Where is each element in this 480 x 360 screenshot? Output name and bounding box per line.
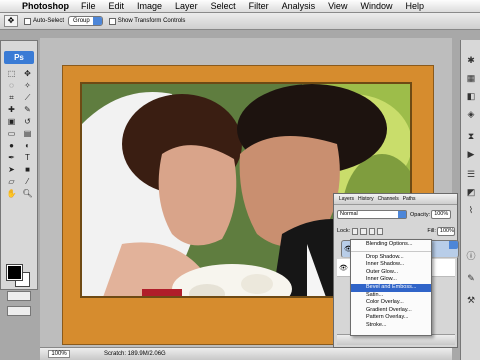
menu-filter[interactable]: Filter — [249, 1, 269, 11]
tab-layers[interactable]: Layers — [339, 196, 354, 202]
lock-pixels-icon[interactable] — [360, 227, 367, 235]
info-icon[interactable]: ⓘ — [464, 250, 478, 262]
history-brush-icon[interactable]: ↺ — [20, 116, 35, 127]
app-name-menu[interactable]: Photoshop — [22, 1, 69, 11]
ps-logo[interactable]: Ps — [4, 51, 34, 64]
menu-window[interactable]: Window — [360, 1, 392, 11]
menu-bar: Photoshop File Edit Image Layer Select F… — [0, 0, 480, 13]
menu-item-bevel-emboss[interactable]: Bevel and Emboss... — [351, 283, 431, 292]
blur-icon[interactable]: ● — [4, 140, 19, 151]
menu-item-satin[interactable]: Satin... — [351, 292, 431, 300]
menu-view[interactable]: View — [328, 1, 347, 11]
options-bar: ✥ Auto-Select Group Show Transform Contr… — [0, 13, 480, 30]
menu-item-gradient-overlay[interactable]: Gradient Overlay... — [351, 307, 431, 315]
foreground-color-swatch[interactable] — [6, 264, 23, 281]
pen-icon[interactable]: ✒ — [4, 152, 19, 163]
auto-select-checkbox[interactable] — [24, 17, 31, 25]
menu-item-inner-glow[interactable]: Inner Glow... — [351, 276, 431, 284]
shape-icon[interactable]: ■ — [20, 164, 35, 175]
slice-icon[interactable]: ⟋ — [20, 92, 35, 103]
menu-item-color-overlay[interactable]: Color Overlay... — [351, 299, 431, 307]
tab-history[interactable]: History — [358, 196, 374, 202]
fill-field[interactable]: 100% — [436, 226, 455, 236]
healing-icon[interactable]: ✚ — [4, 104, 19, 115]
menu-file[interactable]: File — [81, 1, 96, 11]
transform-controls-checkbox[interactable] — [108, 17, 116, 25]
tab-channels[interactable]: Channels — [378, 196, 399, 202]
zoom-field[interactable]: 100% — [48, 350, 70, 358]
lasso-icon[interactable]: ◌ — [4, 80, 19, 91]
layer-style-context-menu: Blending Options... Drop Shadow... Inner… — [350, 239, 432, 336]
navigator-icon[interactable]: ✱ — [464, 54, 478, 66]
swatches-icon[interactable]: ▦ — [464, 72, 478, 84]
dodge-icon[interactable]: ◐ — [20, 140, 35, 151]
menu-item-blending-options[interactable]: Blending Options... — [351, 241, 431, 249]
menu-select[interactable]: Select — [211, 1, 236, 11]
crop-icon[interactable]: ⌗ — [4, 92, 19, 103]
eraser-icon[interactable]: ▭ — [4, 128, 19, 139]
opacity-label: Opacity: — [410, 211, 431, 218]
brush-icon[interactable]: ✎ — [20, 104, 35, 115]
menu-analysis[interactable]: Analysis — [282, 1, 316, 11]
styles-icon[interactable]: ◈ — [464, 108, 478, 120]
move-tool-icon[interactable]: ✥ — [4, 15, 18, 27]
transform-controls-label: Show Transform Controls — [117, 18, 186, 24]
color-icon[interactable]: ◧ — [464, 90, 478, 102]
gradient-icon[interactable]: ▤ — [20, 128, 35, 139]
tab-paths[interactable]: Paths — [403, 196, 416, 202]
notes-icon[interactable]: ▱ — [4, 176, 19, 187]
history-icon[interactable]: ⧗ — [464, 130, 478, 142]
opacity-field[interactable]: 100% — [431, 210, 452, 219]
lock-label: Lock: — [337, 228, 351, 234]
channels-icon[interactable]: ◩ — [464, 186, 478, 198]
lock-all-icon[interactable] — [377, 227, 384, 235]
toolbox: Ps ⬚ ✥ ◌ ✧ ⌗ ⟋ ✚ ✎ ▣ ↺ ▭ ▤ ● ◐ ✒ T ➤ ■ ▱… — [0, 40, 38, 316]
menu-separator — [351, 250, 431, 252]
menu-layer[interactable]: Layer — [175, 1, 198, 11]
menu-item-inner-shadow[interactable]: Inner Shadow... — [351, 261, 431, 269]
blend-mode-dropdown[interactable]: Normal — [337, 210, 407, 219]
fill-label: Fill: — [427, 228, 436, 234]
screen-mode-icon[interactable] — [7, 306, 31, 316]
layers-icon[interactable]: ☰ — [464, 168, 478, 180]
stamp-icon[interactable]: ▣ — [4, 116, 19, 127]
hand-icon[interactable]: ✋ — [4, 188, 19, 199]
lock-position-icon[interactable] — [368, 227, 376, 235]
palette-tabs: Layers History Channels Paths — [334, 194, 457, 205]
eye-icon[interactable]: 👁︎ — [339, 264, 348, 272]
marquee-icon[interactable]: ⬚ — [4, 68, 19, 79]
menu-help[interactable]: Help — [405, 1, 424, 11]
tool-presets-icon[interactable]: ⚒ — [464, 294, 478, 306]
magic-wand-icon[interactable]: ✧ — [20, 80, 35, 91]
brushes-icon[interactable]: ✎ — [464, 272, 478, 284]
zoom-icon[interactable]: 🔍︎ — [20, 188, 35, 199]
menu-image[interactable]: Image — [137, 1, 162, 11]
path-select-icon[interactable]: ➤ — [4, 164, 19, 175]
scratch-info[interactable]: Scratch: 189.9M/2.06G — [104, 350, 166, 358]
actions-icon[interactable]: ▶ — [464, 148, 478, 160]
move-icon[interactable]: ✥ — [20, 68, 35, 79]
eyedropper-icon[interactable]: ⁄ — [20, 176, 35, 187]
menu-edit[interactable]: Edit — [109, 1, 125, 11]
menu-item-stroke[interactable]: Stroke... — [351, 322, 431, 330]
status-bar: 100% Scratch: 189.9M/2.06G — [40, 347, 452, 360]
lock-transparency-icon[interactable] — [352, 227, 359, 235]
menu-item-pattern-overlay[interactable]: Pattern Overlay... — [351, 314, 431, 322]
auto-select-dropdown[interactable]: Group — [68, 16, 103, 26]
menu-item-drop-shadow[interactable]: Drop Shadow... — [351, 254, 431, 262]
type-icon[interactable]: T — [20, 152, 35, 163]
menu-item-outer-glow[interactable]: Outer Glow... — [351, 269, 431, 277]
quick-mask-icon[interactable] — [7, 291, 31, 301]
auto-select-label: Auto-Select — [33, 18, 65, 24]
right-dock: ✱ ▦ ◧ ◈ ⧗ ▶ ☰ ◩ ⌇ ⓘ ✎ ⚒ — [460, 40, 480, 360]
paths-icon[interactable]: ⌇ — [464, 204, 478, 216]
